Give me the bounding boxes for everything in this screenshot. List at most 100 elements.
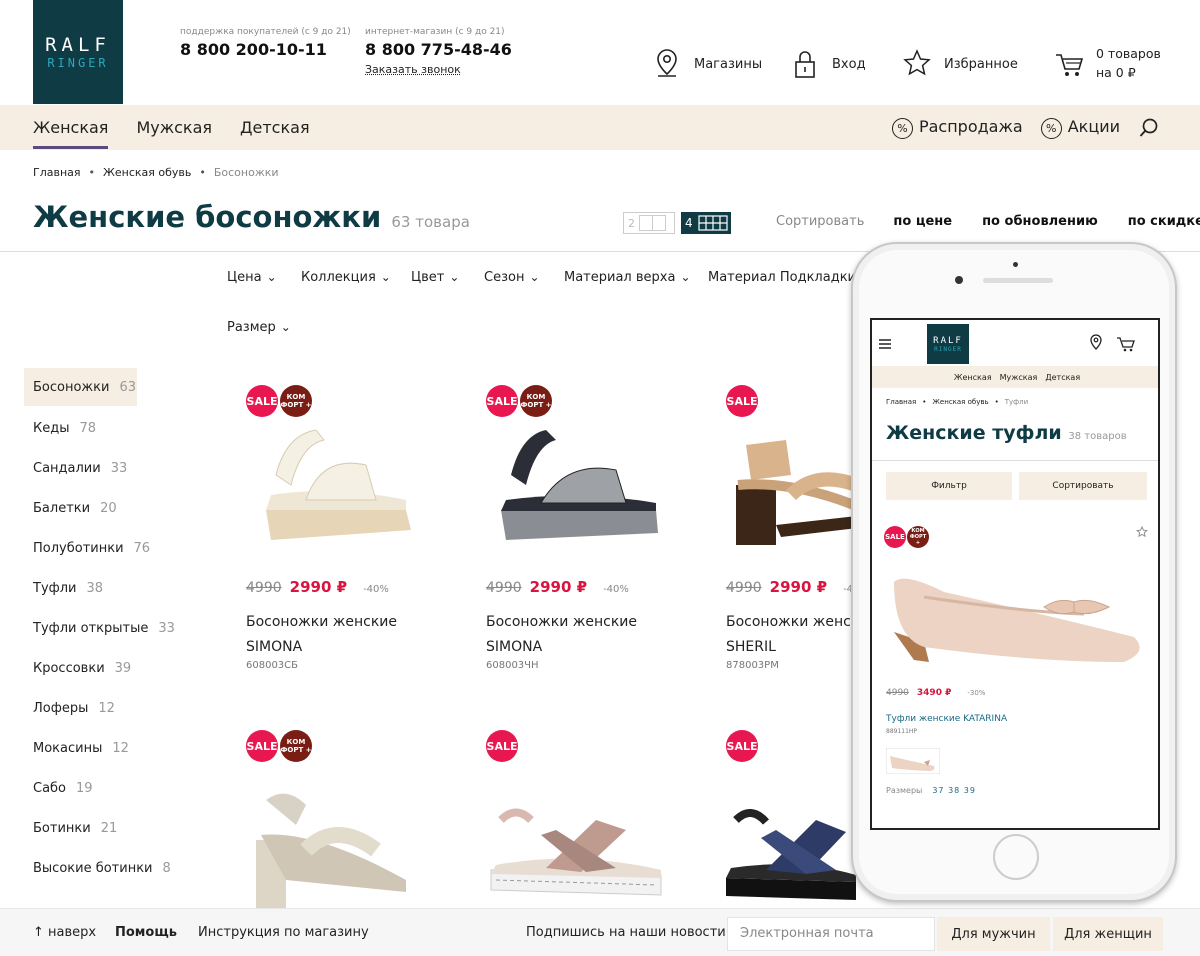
product-card[interactable]: SALE: [486, 730, 706, 908]
mobile-filter-button[interactable]: Фильтр: [886, 472, 1012, 500]
category-item[interactable]: Мокасины 12: [24, 728, 204, 768]
mobile-nav-women[interactable]: Женская: [954, 373, 992, 382]
category-count: 20: [100, 500, 117, 516]
mobile-breadcrumb: Главная • Женская обувь • Туфли: [886, 398, 1028, 406]
sandal-image: [501, 430, 658, 540]
nav-promo[interactable]: % Акции: [1040, 116, 1120, 139]
location-pin-icon[interactable]: [1088, 334, 1104, 352]
nav-promo-label: Акции: [1067, 116, 1120, 136]
stores-link[interactable]: Магазины: [652, 48, 762, 80]
mobile-breadcrumb-home[interactable]: Главная: [886, 398, 916, 406]
grid-2-label: 2: [628, 216, 635, 230]
divider: [872, 460, 1158, 461]
subscribe-men-button[interactable]: Для мужчин: [937, 917, 1050, 951]
support-caption: поддержка покупателей (с 9 до 21): [180, 27, 351, 37]
nav-sale-label: Распродажа: [918, 116, 1023, 136]
mobile-sort-button[interactable]: Сортировать: [1019, 472, 1147, 500]
mobile-title-text: Женские туфли: [886, 422, 1062, 444]
category-name: Балетки: [33, 500, 91, 516]
category-item[interactable]: Балетки 20: [24, 488, 204, 528]
category-count: 38: [86, 580, 104, 596]
product-card[interactable]: SALE КОМ ФОРТ + 4990 2990 ₽ -40% Босонож…: [486, 385, 706, 685]
nav-sale[interactable]: % Распродажа: [891, 116, 1023, 139]
new-price: 3490 ₽: [916, 688, 952, 698]
filter-size[interactable]: Размер: [227, 320, 291, 335]
category-item[interactable]: Туфли открытые 33: [24, 608, 204, 648]
filter-lining-material[interactable]: Материал Подкладки: [708, 270, 871, 285]
category-item[interactable]: Лоферы 12: [24, 688, 204, 728]
category-item[interactable]: Кеды 78: [24, 408, 204, 448]
login-link[interactable]: Вход: [790, 48, 866, 80]
cart-icon[interactable]: [1116, 335, 1136, 353]
grid-2-button[interactable]: 2: [623, 212, 675, 234]
subscribe-women-button[interactable]: Для женщин: [1053, 917, 1163, 951]
search-icon[interactable]: [1138, 117, 1160, 139]
filter-color[interactable]: Цвет: [411, 270, 459, 285]
product-card[interactable]: SALE КОМ ФОРТ + 4990 2990 ₽ -40% Босонож…: [246, 385, 466, 685]
category-name: Лоферы: [33, 700, 89, 716]
mobile-logo[interactable]: RALF RINGER: [927, 324, 969, 364]
mobile-nav-kids[interactable]: Детская: [1045, 373, 1080, 382]
back-to-top-link[interactable]: ↑ наверх: [33, 925, 96, 940]
nav-kids[interactable]: Детская: [240, 118, 310, 137]
product-name[interactable]: Босоножки женские SIMONA: [486, 610, 646, 660]
shop-phone[interactable]: 8 800 775-48-46: [365, 40, 512, 59]
category-item[interactable]: Босоножки 63: [24, 368, 137, 406]
favorite-star-icon[interactable]: [1136, 526, 1148, 538]
cart-link[interactable]: 0 товаров на 0 ₽: [1054, 44, 1161, 82]
help-link[interactable]: Помощь: [115, 925, 177, 940]
favorites-link[interactable]: Избранное: [902, 48, 1018, 80]
new-price: 2990 ₽: [769, 578, 828, 596]
mobile-product-name[interactable]: Туфли женские KATARINA: [886, 714, 1007, 724]
category-sidebar: Босоножки 63 Кеды 78 Сандалии 33 Балетки 20 …: [24, 368, 204, 888]
sizes-values[interactable]: 37 38 39: [932, 786, 976, 795]
callback-link[interactable]: Заказать звонок: [365, 63, 512, 76]
category-item[interactable]: Ботинки 21: [24, 808, 204, 848]
support-phone[interactable]: 8 800 200-10-11: [180, 40, 351, 59]
filter-season[interactable]: Сезон: [484, 270, 540, 285]
phone-camera: [955, 276, 963, 284]
grid-4-button[interactable]: 4: [681, 212, 731, 234]
footer-bar: ↑ наверх Помощь Инструкция по магазину П…: [0, 908, 1200, 956]
sort-by-discount[interactable]: по скидке: [1128, 214, 1200, 229]
category-name: Высокие ботинки: [33, 860, 153, 876]
mobile-nav-men[interactable]: Мужская: [1000, 373, 1038, 382]
filter-collection[interactable]: Коллекция: [301, 270, 391, 285]
filter-upper-material[interactable]: Материал верха: [564, 270, 691, 285]
category-count: 19: [76, 780, 93, 796]
sort-by-price[interactable]: по цене: [893, 214, 952, 229]
shop-contact: интернет-магазин (с 9 до 21) 8 800 775-4…: [365, 27, 512, 76]
breadcrumb-home[interactable]: Главная: [33, 166, 81, 179]
category-item[interactable]: Высокие ботинки 8: [24, 848, 204, 888]
brand-logo[interactable]: RALF RINGER: [33, 0, 123, 104]
breadcrumb-sep: •: [199, 166, 206, 179]
grid-cell-icon: [652, 215, 666, 231]
product-card[interactable]: SALE КОМ ФОРТ +: [246, 730, 466, 908]
old-price: 4990: [246, 580, 282, 596]
mobile-breadcrumb-women-shoes[interactable]: Женская обувь: [932, 398, 988, 406]
badges: SALE КОМ ФОРТ +: [486, 385, 552, 417]
email-input[interactable]: Электронная почта: [727, 917, 935, 951]
product-name[interactable]: Босоножки женские SIMONA: [246, 610, 406, 660]
nav-women[interactable]: Женская: [33, 118, 109, 149]
guide-link[interactable]: Инструкция по магазину: [198, 925, 369, 940]
category-item[interactable]: Туфли 38: [24, 568, 204, 608]
category-item[interactable]: Кроссовки 39: [24, 648, 204, 688]
mobile-badges: SALE КОМ ФОРТ +: [884, 526, 929, 548]
category-item[interactable]: Сандалии 33: [24, 448, 204, 488]
menu-icon[interactable]: [878, 338, 892, 350]
filter-price[interactable]: Цена: [227, 270, 277, 285]
sale-badge: SALE: [486, 385, 518, 417]
old-price: 4990: [886, 688, 909, 698]
shoe-thumbnail[interactable]: [886, 748, 940, 774]
sort-by-update[interactable]: по обновлению: [982, 214, 1098, 229]
category-item[interactable]: Полуботинки 76: [24, 528, 204, 568]
category-item[interactable]: Сабо 19: [24, 768, 204, 808]
breadcrumb-women-shoes[interactable]: Женская обувь: [103, 166, 191, 179]
category-count: 33: [158, 620, 175, 636]
support-contact: поддержка покупателей (с 9 до 21) 8 800 …: [180, 27, 351, 59]
category-count: 33: [110, 460, 128, 476]
subscribe-label: Подпишись на наши новости: [526, 925, 726, 940]
new-price: 2990 ₽: [289, 578, 348, 596]
nav-men[interactable]: Мужская: [136, 118, 212, 137]
